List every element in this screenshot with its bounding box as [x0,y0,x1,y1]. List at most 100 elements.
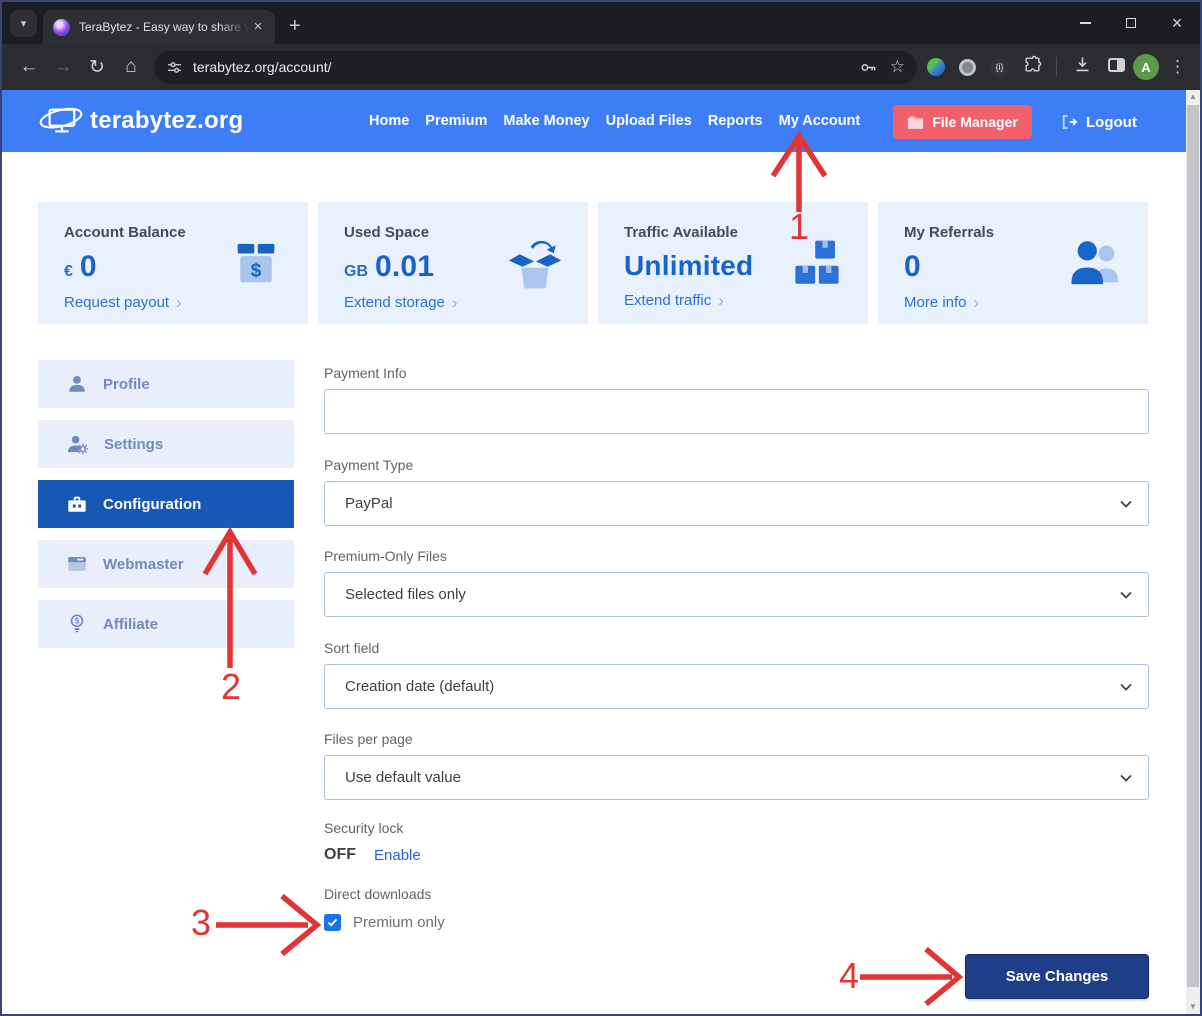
scrollbar-thumb[interactable] [1187,105,1199,987]
nav-item-premium[interactable]: Premium [425,113,487,129]
stat-card-traffic-available: Traffic Available Unlimited Extend traff… [598,202,868,324]
premium-only-files-select[interactable]: Selected files only [324,572,1149,617]
browser-menu-icon[interactable]: ⋮ [1169,57,1186,77]
nav-item-upload-files[interactable]: Upload Files [606,113,692,129]
stat-card-account-balance: Account Balance € 0 Request payout› $ [38,202,308,324]
chevron-down-icon [1120,774,1132,782]
files-per-page-field: Files per page Use default value [324,731,1149,800]
annotation-step-1: 1 [784,209,814,245]
extensions-area: {i} [927,55,1042,79]
reload-icon[interactable]: ↻ [80,56,114,79]
file-manager-button[interactable]: File Manager [893,105,1032,139]
site-logo[interactable]: terabytez.org [38,103,243,139]
url-bar[interactable]: terabytez.org/account/ ☆ [154,51,917,84]
idm-extension-icon[interactable] [927,58,945,76]
tab-search-button[interactable]: ▾ [10,10,37,37]
payment-type-field: Payment Type PayPal [324,457,1149,526]
back-icon[interactable]: ← [12,56,46,78]
payment-info-label: Payment Info [324,365,1149,382]
forward-icon: → [46,56,80,78]
site-header: terabytez.org Home Premium Make Money Up… [2,90,1200,152]
security-lock-enable-link[interactable]: Enable [374,847,421,864]
open-box-icon [506,238,564,292]
bookmark-star-icon[interactable]: ☆ [890,57,905,77]
file-manager-label: File Manager [932,114,1018,130]
security-lock-status: OFF [324,846,356,864]
payment-type-label: Payment Type [324,457,1149,474]
request-payout-link[interactable]: Request payout› [64,294,284,311]
url-text[interactable]: terabytez.org/account/ [193,59,859,75]
bulb-dollar-icon: $ [66,613,88,635]
check-icon [327,918,338,927]
puzzle-extensions-icon[interactable] [1023,55,1042,79]
browser-tab[interactable]: TeraBytez - Easy way to share y × [43,10,275,44]
password-key-icon[interactable] [859,58,878,77]
security-lock-field: Security lock OFF Enable [324,820,1149,864]
more-info-link[interactable]: More info› [904,294,1124,311]
sidebar-item-webmaster[interactable]: Webmaster [38,540,294,588]
nav-item-my-account[interactable]: My Account [779,113,861,129]
sort-field-select[interactable]: Creation date (default) [324,664,1149,709]
profile-avatar[interactable]: A [1133,54,1159,80]
new-tab-button[interactable]: + [289,15,301,38]
side-panel-icon[interactable] [1099,56,1133,78]
home-icon[interactable]: ⌂ [114,56,148,78]
annotation-step-2: 2 [216,669,246,705]
window-controls: × [1062,2,1200,44]
monitor-logo-icon [38,103,84,139]
direct-downloads-label: Direct downloads [324,886,1149,903]
stat-card-used-space: Used Space GB 0.01 Extend storage› [318,202,588,324]
browser-window: ▾ TeraBytez - Easy way to share y × + × … [0,0,1202,1016]
extend-traffic-link[interactable]: Extend traffic› [624,292,844,309]
sidebar-item-label: Affiliate [103,616,158,633]
tab-title: TeraBytez - Easy way to share y [79,20,249,34]
sort-field-field: Sort field Creation date (default) [324,640,1149,709]
chevron-down-icon [1120,683,1132,691]
extend-storage-link[interactable]: Extend storage› [344,294,564,311]
window-maximize-button[interactable] [1108,2,1154,44]
browser-toolbar: ← → ↻ ⌂ terabytez.org/account/ ☆ [2,44,1200,90]
window-close-button[interactable]: × [1154,2,1200,44]
payment-type-select[interactable]: PayPal [324,481,1149,526]
braces-extension-icon[interactable]: {i} [990,58,1009,77]
sort-field-label: Sort field [324,640,1149,657]
logout-icon [1060,113,1078,131]
premium-only-files-field: Premium-Only Files Selected files only [324,548,1149,617]
main-menu: Home Premium Make Money Upload Files Rep… [369,113,860,129]
toolbox-icon [66,493,88,515]
scroll-down-icon[interactable]: ▼ [1186,1000,1200,1014]
files-per-page-label: Files per page [324,731,1149,748]
premium-only-checkbox-label: Premium only [353,914,445,931]
sidebar-item-label: Settings [104,436,163,453]
svg-text:$: $ [251,260,262,281]
site-settings-icon[interactable] [166,59,183,76]
security-lock-label: Security lock [324,820,1149,837]
user-gear-icon [66,433,89,456]
toolbar-divider [1056,57,1057,77]
sidebar-item-label: Webmaster [103,556,184,573]
sidebar-item-affiliate[interactable]: $ Affiliate [38,600,294,648]
nav-item-make-money[interactable]: Make Money [503,113,589,129]
chevron-down-icon [1120,591,1132,599]
save-changes-button[interactable]: Save Changes [965,954,1149,999]
sidebar-item-settings[interactable]: Settings [38,420,294,468]
premium-only-files-label: Premium-Only Files [324,548,1149,565]
sidebar-item-configuration[interactable]: Configuration [38,480,294,528]
gray-circle-extension-icon[interactable] [959,59,976,76]
window-minimize-button[interactable] [1062,2,1108,44]
nav-item-home[interactable]: Home [369,113,409,129]
page-scrollbar[interactable]: ▲ ▼ [1186,90,1200,1014]
premium-only-checkbox[interactable] [324,914,341,931]
folder-icon [907,115,924,130]
tab-close-icon[interactable]: × [249,18,267,36]
annotation-step-3: 3 [186,905,216,941]
logout-button[interactable]: Logout [1060,105,1137,139]
chevron-down-icon [1120,500,1132,508]
downloads-icon[interactable] [1065,55,1099,80]
files-per-page-select[interactable]: Use default value [324,755,1149,800]
payment-info-input[interactable] [324,389,1149,434]
nav-item-reports[interactable]: Reports [708,113,763,129]
sidebar-item-label: Configuration [103,496,201,513]
scroll-up-icon[interactable]: ▲ [1186,90,1200,104]
sidebar-item-profile[interactable]: Profile [38,360,294,408]
